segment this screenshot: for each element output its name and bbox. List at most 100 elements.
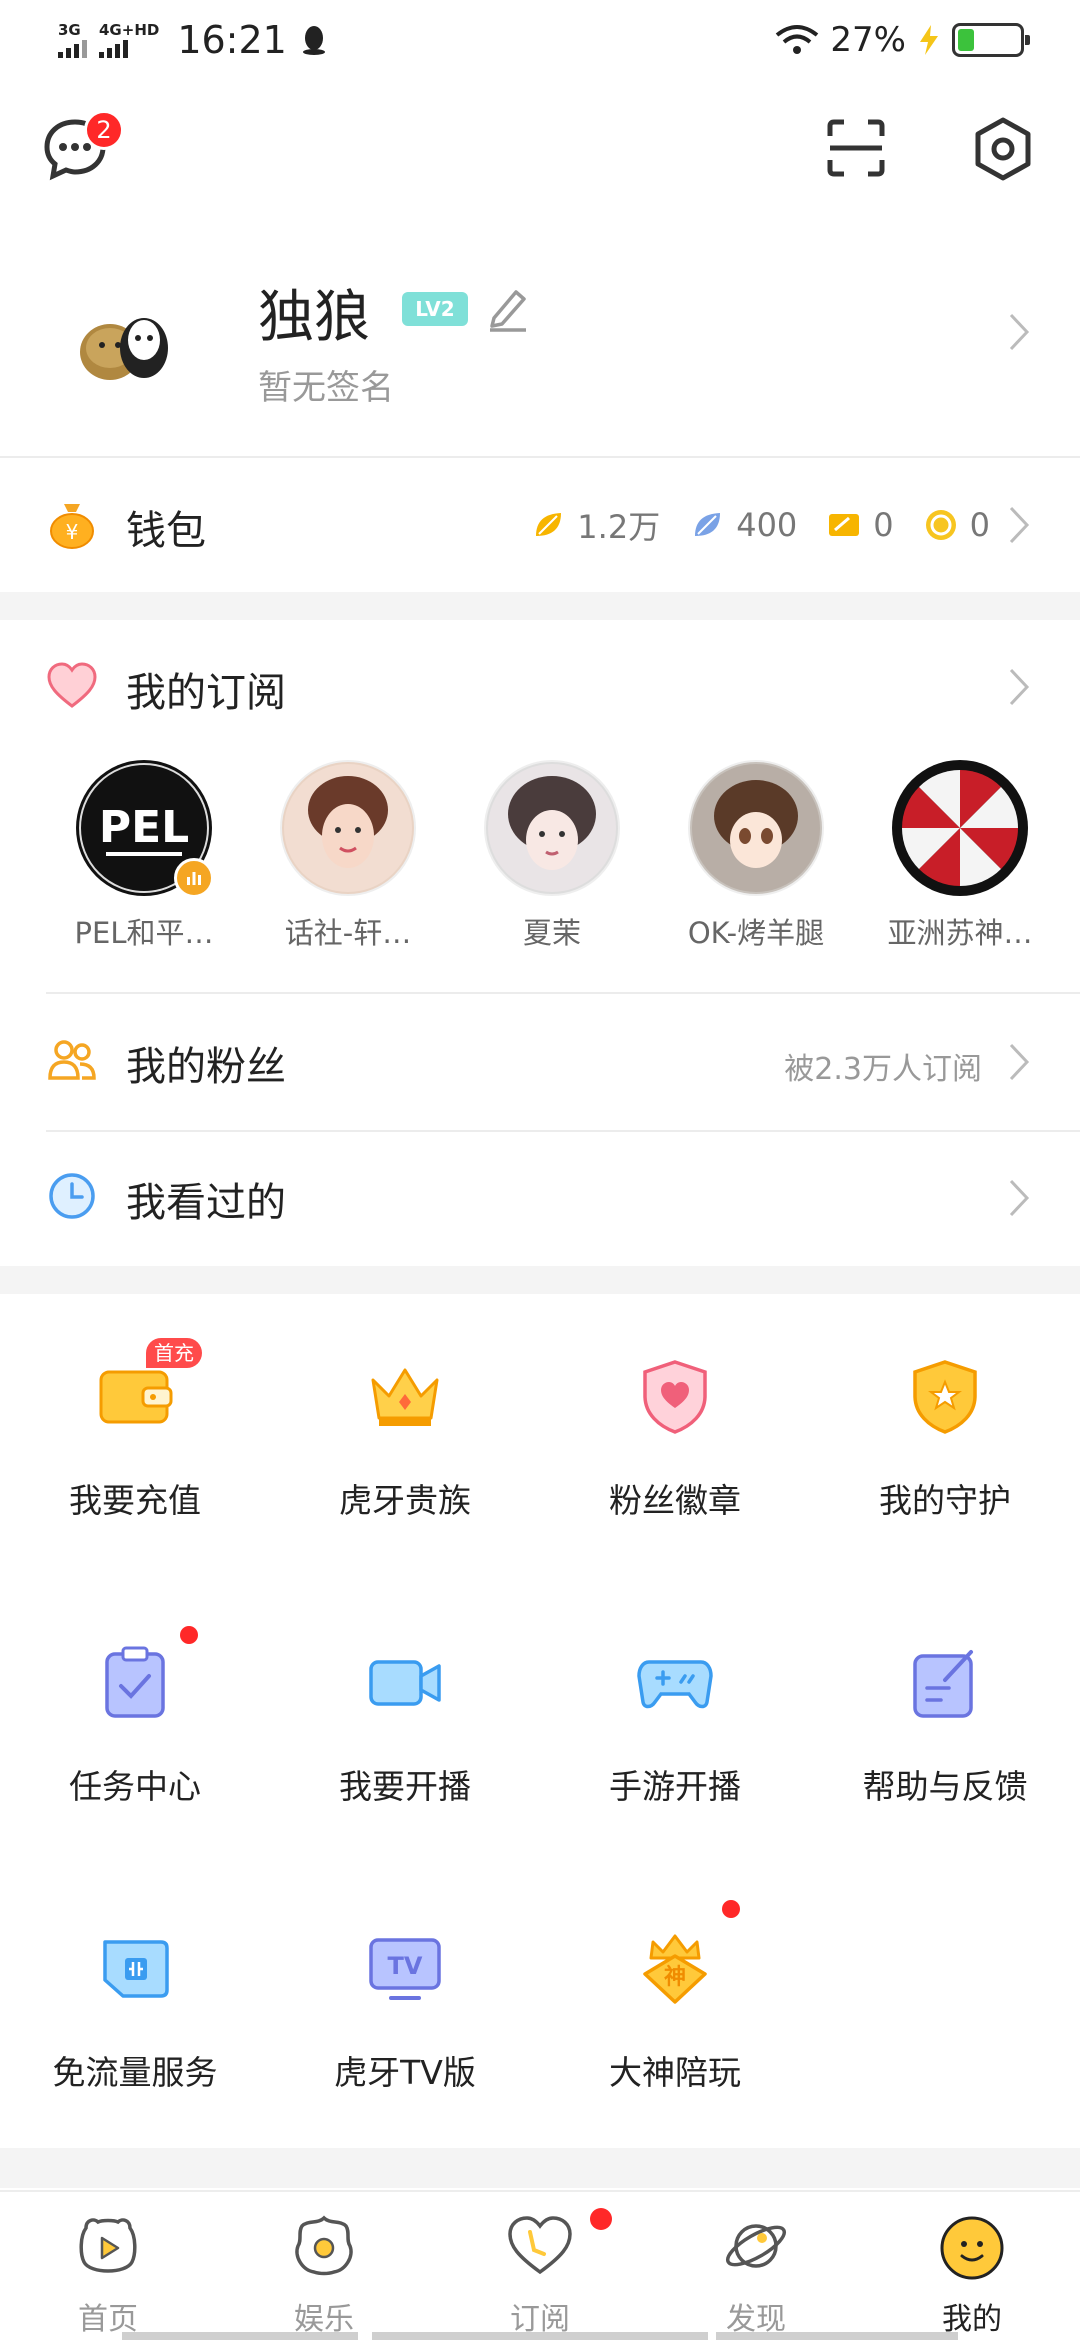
chevron-right-icon: [1009, 1179, 1030, 1217]
status-left: 3G 4G+HD 16:21: [58, 18, 327, 62]
nav-discover[interactable]: 发现: [648, 2192, 864, 2340]
grid-item-tv-version[interactable]: TV 虎牙TV版: [270, 1868, 540, 2108]
grid-label: 手游开播: [609, 1767, 741, 1806]
wallet-stat-3: 0: [873, 506, 894, 544]
chevron-right-icon: [1009, 668, 1030, 706]
avatar[interactable]: [70, 290, 182, 402]
section-gap: [0, 592, 1080, 620]
notification-dot: [722, 1900, 740, 1918]
profile-name: 独狼: [258, 285, 370, 350]
first-recharge-badge: 首充: [146, 1338, 202, 1368]
wifi-icon: [776, 25, 819, 54]
status-bar: 3G 4G+HD 16:21 27%: [0, 0, 1080, 84]
status-right: 27%: [774, 20, 1030, 60]
subscription-avatar[interactable]: [280, 760, 416, 896]
wallet-title: 钱包: [126, 508, 206, 554]
wallet-icon: [99, 1370, 173, 1424]
chevron-right-icon: [1009, 506, 1030, 544]
home-play-icon: [79, 2218, 137, 2273]
grid-label: 大神陪玩: [609, 2053, 741, 2092]
grid-item-go-live[interactable]: 我要开播: [270, 1582, 540, 1822]
grid-item-help-feedback[interactable]: 帮助与反馈: [810, 1582, 1080, 1822]
signal-bars-icon: [99, 38, 128, 58]
message-badge: 2: [84, 110, 124, 150]
subscription-item[interactable]: OK-烤羊腿: [666, 760, 846, 952]
shield-heart-icon: [643, 1360, 707, 1434]
umbrella-logo: [896, 764, 1024, 892]
ticket-icon: [829, 514, 860, 536]
scan-icon[interactable]: [826, 118, 886, 178]
nav-mine[interactable]: 我的: [864, 2192, 1080, 2340]
live-indicator: [174, 858, 214, 898]
subscribe-notification-dot: [590, 2208, 612, 2230]
subscription-avatar[interactable]: [688, 760, 824, 896]
battery-fill: [958, 29, 974, 51]
svg-text:PEL: PEL: [99, 802, 189, 853]
nav-entertainment[interactable]: 娱乐: [216, 2192, 432, 2340]
grid-item-free-data[interactable]: 免流量服务: [0, 1868, 270, 2108]
god-badge-icon: 神: [643, 1934, 707, 2004]
fans-row[interactable]: 我的粉丝 被2.3万人订阅: [0, 996, 1080, 1126]
grid-item-mobile-game-live[interactable]: 手游开播: [540, 1582, 810, 1822]
video-camera-icon: [369, 1660, 441, 1706]
wallet-stats: 1.2万 400 0 0: [531, 502, 990, 548]
crown-icon: [371, 1368, 439, 1426]
coin-icon: [925, 510, 956, 540]
wallet-stat-4: 0: [969, 506, 990, 544]
grid-item-companion[interactable]: 神 大神陪玩: [540, 1868, 810, 2108]
profile-header[interactable]: 独狼 LV2 暂无签名: [0, 250, 1080, 450]
wallet-stat-1: 1.2万: [577, 508, 661, 546]
tv-icon: TV: [369, 1938, 441, 2000]
subscription-label: OK-烤羊腿: [687, 916, 825, 950]
grid-label: 粉丝徽章: [609, 1481, 741, 1520]
grid-item-guardian[interactable]: 我的守护: [810, 1296, 1080, 1536]
wallet-stat-2: 400: [736, 506, 798, 544]
fans-title: 我的粉丝: [126, 1044, 286, 1090]
shield-star-icon: [913, 1360, 977, 1434]
grid-item-recharge[interactable]: 首充 我要充值: [0, 1296, 270, 1536]
battery-icon: [952, 23, 1030, 57]
fans-icon: [48, 1040, 96, 1080]
fans-count: 被2.3万人订阅: [784, 1052, 982, 1087]
edit-pencil-icon[interactable]: [486, 284, 530, 332]
grid-label: 我要开播: [339, 1767, 471, 1806]
status-time: 16:21: [177, 18, 287, 62]
grid-item-task-center[interactable]: 任务中心: [0, 1582, 270, 1822]
settings-icon[interactable]: [970, 116, 1036, 182]
network-label-1: 3G: [58, 21, 81, 39]
subscription-item[interactable]: 亚洲苏神…: [870, 760, 1050, 952]
gamepad-icon: [637, 1660, 713, 1709]
subscription-label: 夏茉: [522, 916, 581, 950]
subscription-avatar[interactable]: [484, 760, 620, 896]
gesture-bar: [372, 2332, 708, 2340]
notification-dot: [180, 1626, 198, 1644]
top-bar: 2: [0, 110, 1080, 190]
clock-icon: [49, 1173, 95, 1219]
nav-home[interactable]: 首页: [0, 2192, 216, 2340]
subscription-avatar[interactable]: [892, 760, 1028, 896]
grid-label: 帮助与反馈: [862, 1767, 1028, 1806]
gesture-bar: [716, 2332, 958, 2340]
subscription-item[interactable]: PEL PEL和平…: [54, 760, 234, 952]
subscription-label: PEL和平…: [74, 916, 214, 950]
nav-subscribe[interactable]: 订阅: [432, 2192, 648, 2340]
subscriptions-title: 我的订阅: [126, 670, 286, 716]
subscription-item[interactable]: 夏茉: [462, 760, 642, 952]
mine-face-icon: [940, 2216, 1004, 2280]
subscription-avatar[interactable]: PEL: [76, 760, 214, 898]
history-row[interactable]: 我看过的: [0, 1132, 1080, 1262]
svg-text:神: 神: [664, 1964, 686, 1990]
wallet-row[interactable]: ¥ 钱包 1.2万 400 0 0: [0, 460, 1080, 590]
subscription-item[interactable]: 话社-轩…: [258, 760, 438, 952]
signal-bars-icon: [58, 38, 87, 58]
grid-item-fan-badge[interactable]: 粉丝徽章: [540, 1296, 810, 1536]
silver-bean-icon: [695, 513, 721, 536]
profile-signature: 暂无签名: [258, 368, 394, 408]
svg-text:TV: TV: [388, 1952, 423, 1980]
subscriptions-row[interactable]: 我的订阅: [0, 622, 1080, 752]
signal-4g: 4G+HD: [99, 22, 159, 58]
grid-item-nobility[interactable]: 虎牙贵族: [270, 1296, 540, 1536]
money-bag-icon: ¥: [50, 504, 94, 549]
grid-label: 虎牙TV版: [334, 2053, 476, 2092]
level-badge: LV2: [402, 292, 468, 326]
